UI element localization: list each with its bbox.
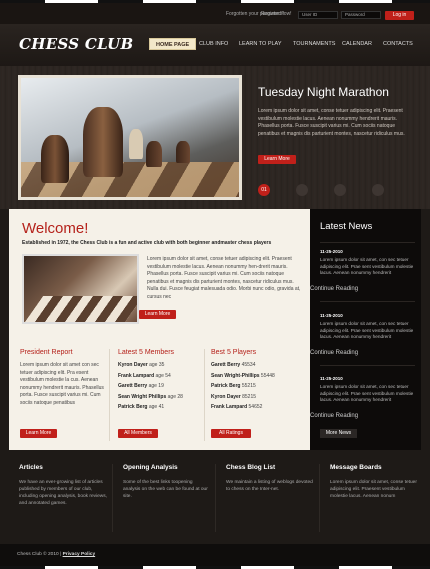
privacy-policy-link[interactable]: Privacy Policy xyxy=(63,552,96,557)
divider xyxy=(320,242,415,243)
news-text: Lorem ipsum dolor sit amet, con sec tetu… xyxy=(320,321,414,340)
member-row: Patrick Berg age 41 xyxy=(118,404,165,410)
member-row: Sean Wright Phillips age 28 xyxy=(118,393,183,400)
news-date: 11-25-2010 xyxy=(320,376,343,381)
copyright: Chess Club © 2010 | Privacy Policy xyxy=(17,552,96,557)
news-date: 11-25-2010 xyxy=(320,313,343,318)
site-logo[interactable]: CHESS CLUB xyxy=(19,35,134,53)
footer-boards-title[interactable]: Message Boards xyxy=(330,464,418,471)
banner-text: Lorem ipsum dolor sit amet, conse tetuer… xyxy=(258,108,405,137)
continue-reading-link[interactable]: Continue Reading xyxy=(310,350,410,356)
nav-home[interactable]: HOME PAGE xyxy=(149,38,197,50)
column-divider xyxy=(109,349,110,441)
main-content: Welcome! Established in 1972, the Chess … xyxy=(9,209,310,450)
register-link[interactable]: Register now! xyxy=(261,11,292,17)
best-players-title: Best 5 Players xyxy=(211,349,257,356)
footer-divider xyxy=(112,464,113,532)
footer-articles-title[interactable]: Articles xyxy=(19,464,107,471)
slide-dot-1[interactable]: 01 xyxy=(258,184,270,196)
user-id-input[interactable]: User ID xyxy=(298,11,338,19)
player-row: Sean Wright-Phillips 55448 xyxy=(211,372,275,379)
chess-game-image xyxy=(22,254,139,324)
news-text: Lorem ipsum dolor sit amet, con sec tetu… xyxy=(320,257,414,276)
footer-columns: Articles We have an ever-growing list of… xyxy=(0,450,430,544)
password-input[interactable]: Password xyxy=(341,11,381,19)
latest-news-title: Latest News xyxy=(320,221,373,232)
nav-contacts[interactable]: CONTACTS xyxy=(383,38,413,50)
welcome-learn-more-button[interactable]: Learn More xyxy=(139,310,176,319)
footer-opening-analysis: Opening Analysis Some of the best links … xyxy=(123,464,211,500)
column-divider xyxy=(204,349,205,441)
hero-banner: Tuesday Night Marathon Lorem ipsum dolor… xyxy=(0,66,430,209)
nav-club-info[interactable]: CLUB INFO xyxy=(199,38,228,50)
divider xyxy=(320,365,415,366)
divider xyxy=(320,301,415,302)
welcome-title: Welcome! xyxy=(22,220,89,237)
player-row: Kyron Dayer 85215 xyxy=(211,393,257,400)
latest-members: Latest 5 Members Kyron Dayer age 35 Fran… xyxy=(118,349,208,415)
login-bar: Forgotten your password? Register now! U… xyxy=(0,3,430,24)
president-report: President Report Lorem ipsum dolor sit a… xyxy=(20,349,110,407)
news-text: Lorem ipsum dolor sit amet, con sec tetu… xyxy=(320,384,414,403)
player-row: Frank Lampard 54652 xyxy=(211,404,263,410)
news-date: 11-25-2010 xyxy=(320,249,343,254)
slide-dot-4[interactable] xyxy=(372,184,384,196)
footer-opening-text: Some of the best links toopening analysi… xyxy=(123,480,208,499)
footer-blog-title[interactable]: Chess Blog List xyxy=(226,464,314,471)
player-row: Patrick Berg 55215 xyxy=(211,383,256,389)
president-learn-more-button[interactable]: Learn More xyxy=(20,429,57,438)
president-report-text: Lorem ipsum dolor sit amet con sec tetue… xyxy=(20,362,104,406)
continue-reading-link[interactable]: Continue Reading xyxy=(310,413,410,419)
latest-news-sidebar: Latest News 11-25-2010 Lorem ipsum dolor… xyxy=(310,209,421,450)
footer-opening-title[interactable]: Opening Analysis xyxy=(123,464,211,471)
footer-blog-text: We maintain a listing of weblogs devoted… xyxy=(226,480,313,492)
footer-bottom-bar: Chess Club © 2010 | Privacy Policy xyxy=(0,544,430,566)
news-item: 11-25-2010 Lorem ipsum dolor sit amet, c… xyxy=(320,376,420,404)
banner-learn-more-button[interactable]: Learn More xyxy=(258,155,296,164)
welcome-intro: Established in 1972, the Chess Club is a… xyxy=(22,240,272,246)
site-header: CHESS CLUB HOME PAGE CLUB INFO LEARN TO … xyxy=(0,24,430,66)
footer-message-boards: Message Boards Lorem ipsum dolor sit ame… xyxy=(330,464,418,500)
president-report-title: President Report xyxy=(20,349,73,356)
nav-calendar[interactable]: CALENDAR xyxy=(342,38,372,50)
footer-blog-list: Chess Blog List We maintain a listing of… xyxy=(226,464,314,493)
nav-learn-to-play[interactable]: LEARN TO PLAY xyxy=(239,38,282,50)
news-item: 11-25-2010 Lorem ipsum dolor sit amet, c… xyxy=(320,313,420,341)
footer-articles: Articles We have an ever-growing list of… xyxy=(19,464,107,507)
all-ratings-button[interactable]: All Ratings xyxy=(211,429,251,438)
player-row: Garett Berry 45534 xyxy=(211,362,256,368)
more-news-button[interactable]: More News xyxy=(320,429,357,438)
nav-tournaments[interactable]: TOURNAMENTS xyxy=(293,38,335,50)
member-row: Garett Berry age 19 xyxy=(118,383,164,389)
footer-divider xyxy=(319,464,320,532)
news-item: 11-25-2010 Lorem ipsum dolor sit amet, c… xyxy=(320,249,420,277)
best-players: Best 5 Players Garett Berry 45534 Sean W… xyxy=(211,349,301,415)
continue-reading-link[interactable]: Continue Reading xyxy=(310,286,410,292)
slide-dot-3[interactable] xyxy=(334,184,346,196)
login-button[interactable]: Log in xyxy=(385,11,414,20)
banner-title: Tuesday Night Marathon xyxy=(258,85,389,99)
chess-pieces-image xyxy=(18,75,242,200)
footer-divider xyxy=(215,464,216,532)
all-members-button[interactable]: All Members xyxy=(118,429,158,438)
footer-boards-text: Lorem ipsum dolor sit amet, conse tetuer… xyxy=(330,480,417,499)
latest-members-title: Latest 5 Members xyxy=(118,349,175,356)
welcome-text: Lorem ipsum dolor sit amet, conse tetuer… xyxy=(147,256,301,300)
member-row: Kyron Dayer age 35 xyxy=(118,362,165,368)
slide-dot-2[interactable] xyxy=(296,184,308,196)
footer-articles-text: We have an ever-growing list of articles… xyxy=(19,480,107,506)
member-row: Frank Lampard age 54 xyxy=(118,372,171,379)
